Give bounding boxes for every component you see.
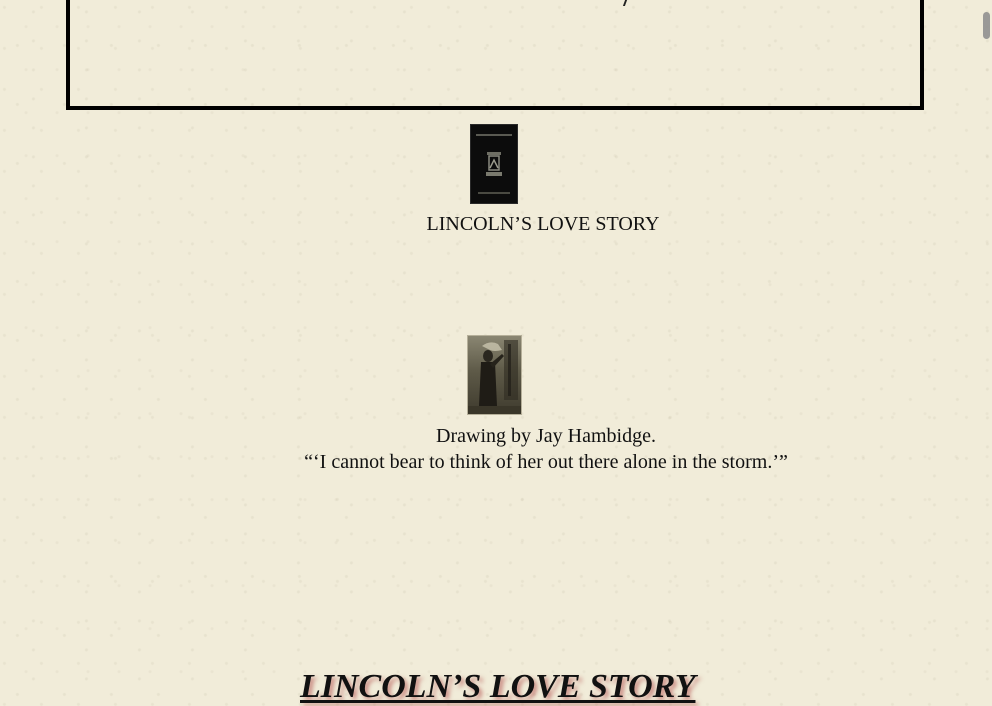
book-cover-icon[interactable] bbox=[470, 124, 518, 204]
cover-author-line bbox=[478, 192, 510, 194]
scrollbar-thumb[interactable] bbox=[983, 12, 990, 39]
cover-emblem-icon bbox=[486, 152, 502, 176]
top-bordered-box bbox=[66, 0, 924, 110]
illustration-figure-icon bbox=[468, 340, 521, 414]
book-title-caption: LINCOLN’S LOVE STORY bbox=[426, 213, 660, 235]
section-heading: LINCOLN’S LOVE STORY bbox=[300, 668, 696, 705]
text-fragment bbox=[622, 0, 628, 6]
illustration-credit: Drawing by Jay Hambidge. bbox=[436, 425, 656, 447]
illustration-quote: “‘I cannot bear to think of her out ther… bbox=[304, 451, 788, 473]
vertical-scrollbar[interactable] bbox=[978, 0, 992, 706]
illustration-thumbnail-icon[interactable] bbox=[468, 336, 521, 414]
cover-title-line bbox=[476, 134, 512, 136]
